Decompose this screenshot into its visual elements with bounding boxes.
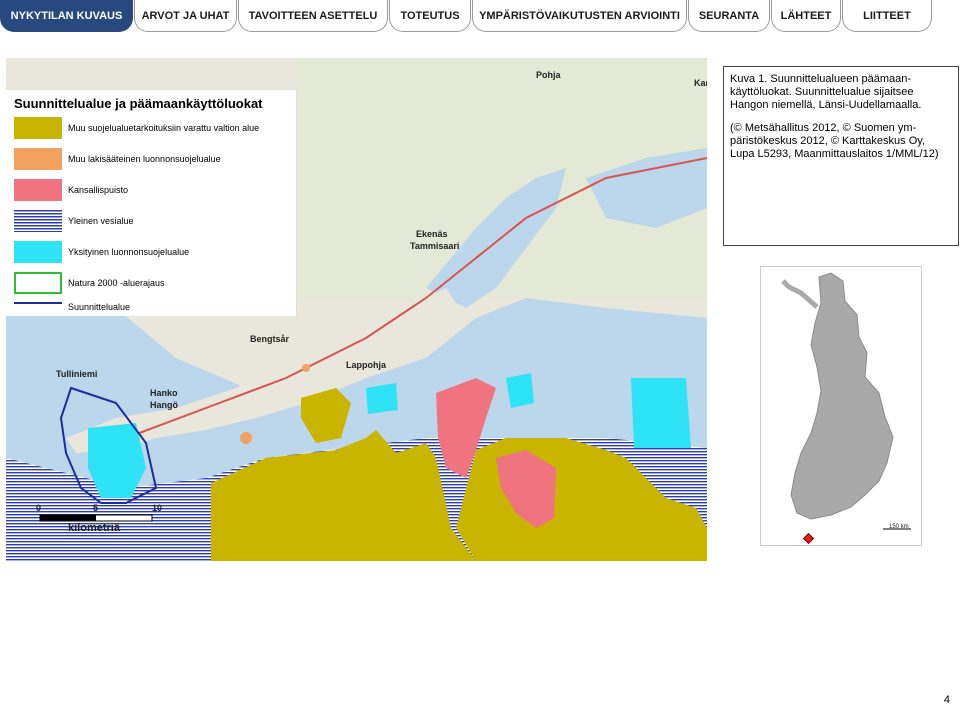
legend-label-private-reserve: Yksityinen luonnonsuojelualue [68,247,190,257]
legend-label-public-water: Yleinen vesialue [68,216,134,226]
page-number: 4 [943,694,950,706]
legend-title: Suunnittelualue ja päämaankäyttöluokat [14,96,263,111]
legend-label-planning-area: Suunnittelualue [68,302,131,312]
legend-swatch-private-reserve [14,241,62,263]
tab-arvot-ja-uhat[interactable]: ARVOT JA UHAT [134,0,237,32]
place-label-karis: Karis [694,78,707,88]
legend-swatch-planning-area [14,302,62,304]
tab-ymparistovaikutusten-arviointi[interactable]: YMPÄRISTÖVAIKUTUSTEN ARVIOINTI [472,0,687,32]
legend-swatch-national-park [14,179,62,201]
legend-swatch-natura [14,272,62,294]
place-label-lappohja: Lappohja [346,360,386,370]
top-navigation: NYKYTILAN KUVAUS ARVOT JA UHAT TAVOITTEE… [0,0,960,34]
legend-label-natura: Natura 2000 -aluerajaus [68,278,165,288]
place-label-pohja: Pohja [536,70,561,80]
legend-label-national-park: Kansallispuisto [68,185,129,195]
inset-scale-label: 150 km [889,524,909,530]
place-label-tulliniemi: Tulliniemi [56,369,98,379]
tab-lahteet[interactable]: LÄHTEET [771,0,841,32]
place-label-tammisaari: Tammisaari [410,241,460,251]
place-label-hanko: Hanko [150,388,178,398]
finland-inset-map: 150 km [760,266,922,546]
scale-tick-5: 5 [93,503,99,513]
legend-swatch-public-water [14,210,62,232]
legend-label-statutory-reserve: Muu lakisääteinen luonnonsuojelualue [68,154,221,164]
scale-tick-0: 0 [36,503,42,513]
legend-label-state-reserve: Muu suojelualuetarkoituksiin varattu val… [68,123,260,133]
place-label-ekenas: Ekenäs [416,229,448,239]
scale-tick-10: 10 [152,503,163,513]
caption-text: Kuva 1. Suunnittelualueen päämaan-käyttö… [730,73,922,111]
scale-unit-label: kilometriä [68,522,120,534]
finland-outline [781,272,911,545]
tab-toteutus[interactable]: TOTEUTUS [389,0,471,32]
tab-tavoitteen-asettelu[interactable]: TAVOITTEEN ASETTELU [238,0,388,32]
legend-swatch-statutory-reserve [14,148,62,170]
place-label-bengtsar: Bengtsår [250,334,290,344]
tab-liitteet[interactable]: LIITTEET [842,0,932,32]
legend-swatch-state-reserve [14,117,62,139]
tab-seuranta[interactable]: SEURANTA [688,0,770,32]
caption-copyright: (© Metsähallitus 2012, © Suomen ym-päris… [730,122,939,160]
figure-caption: Kuva 1. Suunnittelualueen päämaan-käyttö… [723,66,959,246]
tab-nykytilan-kuvaus[interactable]: NYKYTILAN KUVAUS [0,0,133,32]
map-legend: Suunnittelualue ja päämaankäyttöluokat M… [6,90,297,316]
place-label-hango: Hangö [150,400,178,410]
